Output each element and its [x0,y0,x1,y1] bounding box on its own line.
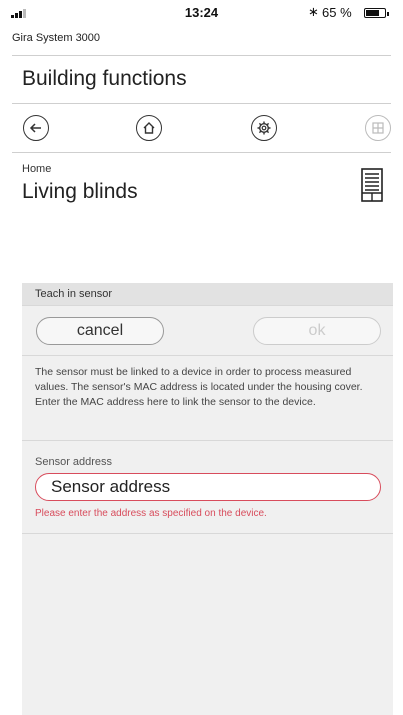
settings-button[interactable] [251,115,277,141]
divider [22,440,393,441]
ok-button[interactable]: ok [253,317,381,345]
divider [12,55,391,56]
home-button[interactable] [136,115,162,141]
panel-header: Teach in sensor [22,283,393,305]
grid-icon [372,122,384,134]
divider [12,152,391,153]
sensor-address-label: Sensor address [35,456,113,468]
divider [22,355,393,356]
cancel-button[interactable]: cancel [36,317,164,345]
description-text: The sensor must be linked to a device in… [35,366,363,408]
battery-percentage: 65 % [322,5,352,20]
sensor-address-input[interactable] [35,473,381,501]
bluetooth-icon: ∗ [308,4,319,19]
back-arrow-icon [29,123,41,133]
divider [22,533,393,534]
breadcrumb[interactable]: Home [22,163,51,175]
home-icon [143,122,155,134]
divider [22,305,393,306]
grid-button[interactable] [365,115,391,141]
teach-in-panel: Teach in sensor cancel ok The sensor mus… [22,283,393,715]
page-title: Building functions [22,67,187,90]
system-name: Gira System 3000 [12,32,101,44]
battery-icon [364,8,389,18]
error-message: Please enter the address as specified on… [35,508,267,519]
status-bar: 13:24 ∗ 65 % [0,0,403,24]
gear-icon [257,121,271,135]
blinds-icon [361,168,383,202]
back-button[interactable] [23,115,49,141]
divider [12,103,391,104]
room-title: Living blinds [22,180,138,203]
